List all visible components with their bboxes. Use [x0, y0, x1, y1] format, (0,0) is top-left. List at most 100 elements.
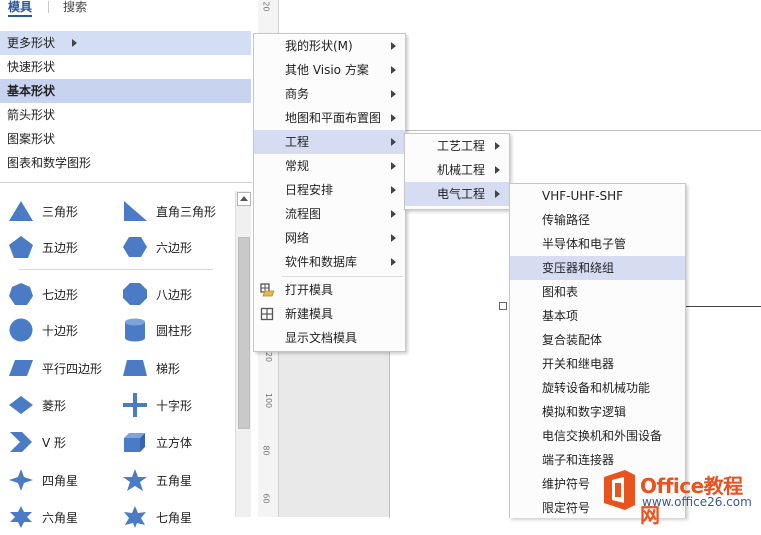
- shape-label: V 形: [42, 436, 67, 450]
- menu-item-rotating-equipment[interactable]: 旋转设备和机械功能: [510, 376, 685, 400]
- shape-octagon[interactable]: 八边形: [114, 276, 226, 312]
- menu-item-software-database[interactable]: 软件和数据库: [254, 250, 405, 274]
- ruler-tick: 20: [261, 1, 271, 12]
- shape-label: 七角星: [156, 511, 193, 525]
- menu-item-label: VHF-UHF-SHF: [542, 189, 624, 203]
- shape-four-point-star[interactable]: 四角星: [0, 462, 112, 498]
- menu-item-label: 工程: [285, 135, 310, 149]
- shape-triangle[interactable]: 三角形: [0, 193, 112, 229]
- menu-item-composite-assemblies[interactable]: 复合装配体: [510, 328, 685, 352]
- chevron-right-icon: [391, 138, 396, 146]
- shape-label: 四角星: [42, 474, 79, 488]
- office-logo-icon: [604, 470, 635, 510]
- stencil-basic-shapes[interactable]: 基本形状: [0, 79, 251, 103]
- menu-item-graphs-tables[interactable]: 图和表: [510, 280, 685, 304]
- menu-item-label: 传输路径: [542, 213, 591, 227]
- stencil-quick-shapes[interactable]: 快速形状: [0, 55, 251, 79]
- tab-search[interactable]: 搜索: [63, 0, 87, 14]
- chevron-right-icon: [391, 66, 396, 74]
- shape-right-triangle[interactable]: 直角三角形: [114, 193, 226, 229]
- menu-item-process-engineering[interactable]: 工艺工程: [405, 134, 509, 158]
- shape-pentagon[interactable]: 五边形: [0, 229, 112, 265]
- shape-label: 平行四边形: [42, 362, 103, 376]
- menu-item-label: 限定符号: [542, 501, 591, 515]
- cube-shape-icon: [124, 433, 145, 452]
- chevron-right-icon: [391, 186, 396, 194]
- stencil-arrow-shapes[interactable]: 箭头形状: [0, 103, 251, 127]
- menu-item-label: 打开模具: [285, 283, 334, 297]
- menu-item-switches-relays[interactable]: 开关和继电器: [510, 352, 685, 376]
- shape-decagon[interactable]: 十边形: [0, 312, 112, 348]
- menu-item-transmission-paths[interactable]: 传输路径: [510, 208, 685, 232]
- shape-cylinder[interactable]: 圆柱形: [114, 312, 226, 348]
- menu-item-transformers-windings[interactable]: 变压器和绕组: [510, 256, 685, 280]
- menu-item-open-stencil[interactable]: 打开模具: [254, 278, 405, 302]
- menu-item-electrical-engineering[interactable]: 电气工程: [405, 182, 509, 206]
- menu-item-network[interactable]: 网络: [254, 226, 405, 250]
- shape-label: 梯形: [156, 362, 181, 376]
- menu-item-new-stencil[interactable]: 新建模具: [254, 302, 405, 326]
- shapes-scrollbar[interactable]: [235, 191, 251, 517]
- menu-item-label: 流程图: [285, 207, 322, 221]
- menu-item-fundamental-items[interactable]: 基本项: [510, 304, 685, 328]
- menu-item-label: 工艺工程: [437, 139, 486, 153]
- menu-item-general[interactable]: 常规: [254, 154, 405, 178]
- stencil-item-label: 图表和数学图形: [7, 156, 92, 170]
- heptagon-shape-icon: [9, 283, 33, 305]
- shape-six-point-star[interactable]: 六角星: [0, 499, 112, 535]
- menu-item-engineering[interactable]: 工程: [254, 130, 405, 154]
- page-edge-line: [686, 306, 761, 307]
- menu-item-schedule[interactable]: 日程安排: [254, 178, 405, 202]
- scroll-thumb[interactable]: [238, 237, 250, 429]
- shape-cube[interactable]: 立方体: [114, 424, 226, 460]
- menu-item-vhf-uhf-shf[interactable]: VHF-UHF-SHF: [510, 184, 685, 208]
- shapes-pane: 模具 搜索 更多形状 快速形状 基本形状 箭头形状 图案形状 图表和数学图形 三…: [0, 0, 252, 528]
- shape-parallelogram[interactable]: 平行四边形: [0, 350, 112, 386]
- menu-item-label: 商务: [285, 87, 310, 101]
- shape-cross[interactable]: 十字形: [114, 387, 226, 423]
- menu-item-mechanical-engineering[interactable]: 机械工程: [405, 158, 509, 182]
- menu-item-semiconductors-tubes[interactable]: 半导体和电子管: [510, 232, 685, 256]
- menu-item-label: 日程安排: [285, 183, 334, 197]
- ruler-tick: 80: [261, 445, 271, 456]
- right-triangle-shape-icon: [124, 201, 147, 221]
- menu-item-show-document-stencil[interactable]: 显示文档模具: [254, 326, 405, 350]
- chevron-right-icon: [391, 114, 396, 122]
- menu-item-telecom-switch[interactable]: 电信交换机和外围设备: [510, 424, 685, 448]
- cylinder-shape-icon: [125, 318, 145, 342]
- chevron-right-icon: [495, 142, 500, 150]
- menu-item-analog-digital-logic[interactable]: 模拟和数字逻辑: [510, 400, 685, 424]
- shape-diamond[interactable]: 菱形: [0, 387, 112, 423]
- hexagon-shape-icon: [123, 237, 147, 257]
- shape-chevron[interactable]: V 形: [0, 424, 112, 460]
- scroll-up-button[interactable]: [237, 192, 251, 206]
- menu-item-my-shapes[interactable]: 我的形状(M): [254, 34, 405, 58]
- tab-stencils[interactable]: 模具: [8, 0, 33, 17]
- menu-item-other-visio[interactable]: 其他 Visio 方案: [254, 58, 405, 82]
- shape-label: 五角星: [156, 474, 193, 488]
- menu-item-flowchart[interactable]: 流程图: [254, 202, 405, 226]
- stencil-pattern-shapes[interactable]: 图案形状: [0, 127, 251, 151]
- seven-point-star-icon: [124, 506, 146, 528]
- chevron-right-icon: [72, 39, 77, 47]
- tab-divider: [48, 1, 49, 13]
- shape-label: 菱形: [42, 399, 67, 413]
- shape-label: 八边形: [156, 288, 193, 302]
- resize-handle[interactable]: [499, 302, 507, 310]
- menu-item-business[interactable]: 商务: [254, 82, 405, 106]
- shape-five-point-star[interactable]: 五角星: [114, 462, 226, 498]
- shape-label: 五边形: [42, 241, 79, 255]
- shape-hexagon[interactable]: 六边形: [114, 229, 226, 265]
- menu-separator: [282, 276, 403, 277]
- stencil-chart-math-shapes[interactable]: 图表和数学图形: [0, 151, 251, 175]
- stencil-more-shapes[interactable]: 更多形状: [0, 31, 251, 55]
- menu-item-label: 软件和数据库: [285, 255, 358, 269]
- shape-seven-point-star[interactable]: 七角星: [114, 499, 226, 535]
- trapezoid-shape-icon: [123, 360, 147, 376]
- pane-tabs: 模具 搜索: [0, 0, 252, 17]
- shape-heptagon[interactable]: 七边形: [0, 276, 112, 312]
- menu-item-label: 开关和继电器: [542, 357, 615, 371]
- menu-item-maps-floorplans[interactable]: 地图和平面布置图: [254, 106, 405, 130]
- shape-trapezoid[interactable]: 梯形: [114, 350, 226, 386]
- menu-item-label: 旋转设备和机械功能: [542, 381, 651, 395]
